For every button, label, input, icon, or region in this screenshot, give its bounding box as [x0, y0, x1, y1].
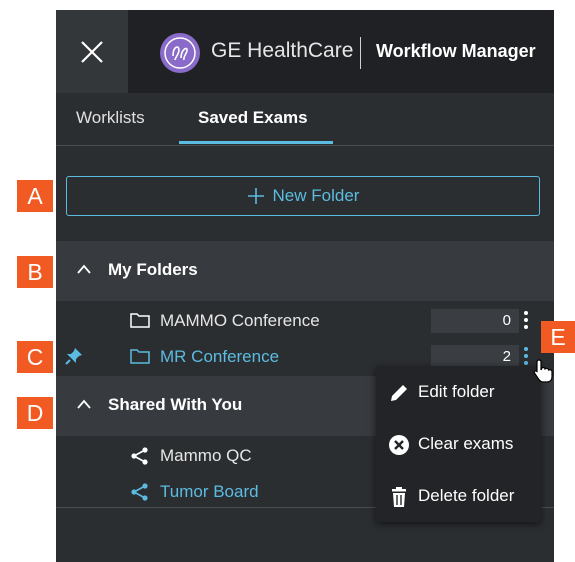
header-divider [360, 37, 361, 69]
brand-name: GE HealthCare [211, 39, 354, 62]
section-title: My Folders [108, 260, 198, 279]
new-folder-button[interactable]: New Folder [66, 176, 540, 216]
shared-folder-name: Mammo QC [160, 446, 252, 465]
menu-item-label: Delete folder [418, 486, 515, 505]
callout-marker-d: D [17, 397, 53, 429]
header-bar: GE HealthCare Workflow Manager [56, 10, 554, 93]
ge-logo-icon [160, 33, 200, 73]
chevron-up-icon[interactable] [76, 398, 92, 410]
more-options-icon[interactable] [522, 311, 530, 333]
exam-count: 0 [431, 309, 519, 333]
menu-item-label: Clear exams [418, 434, 514, 453]
share-icon [131, 447, 148, 465]
plus-icon [247, 188, 264, 204]
callout-marker-b: B [17, 256, 53, 288]
pencil-icon [391, 385, 407, 401]
close-icon [81, 40, 103, 63]
product-name: Workflow Manager [376, 41, 536, 61]
folder-row[interactable]: MAMMO Conference 0 [56, 304, 554, 338]
tab-bar: Worklists Saved Exams [56, 93, 554, 146]
section-my-folders[interactable]: My Folders [56, 241, 554, 301]
callout-marker-a: A [17, 180, 53, 212]
folder-context-menu: Edit folder Clear exams Delete folder [376, 366, 541, 522]
pin-icon[interactable] [64, 346, 84, 366]
menu-item-clear-exams[interactable]: Clear exams [376, 422, 541, 466]
folder-icon [130, 349, 150, 364]
tab-saved-exams[interactable]: Saved Exams [198, 108, 308, 128]
callout-marker-c: C [17, 341, 53, 373]
new-folder-label: New Folder [272, 186, 360, 205]
section-title: Shared With You [108, 395, 243, 414]
folder-icon [130, 313, 150, 328]
folder-name: MR Conference [160, 347, 280, 366]
trash-icon [392, 487, 406, 507]
share-icon [131, 483, 148, 501]
hand-cursor-icon [533, 359, 553, 383]
menu-item-delete-folder[interactable]: Delete folder [376, 474, 541, 518]
active-tab-indicator [179, 141, 333, 144]
menu-item-edit-folder[interactable]: Edit folder [376, 370, 541, 414]
menu-item-label: Edit folder [418, 382, 495, 401]
callout-marker-e: E [541, 321, 575, 353]
close-button[interactable] [56, 10, 128, 93]
shared-folder-name: Tumor Board [160, 482, 259, 501]
chevron-up-icon[interactable] [76, 263, 92, 275]
tab-worklists[interactable]: Worklists [76, 108, 145, 128]
folder-name: MAMMO Conference [160, 311, 320, 330]
clear-circle-icon [389, 435, 409, 455]
